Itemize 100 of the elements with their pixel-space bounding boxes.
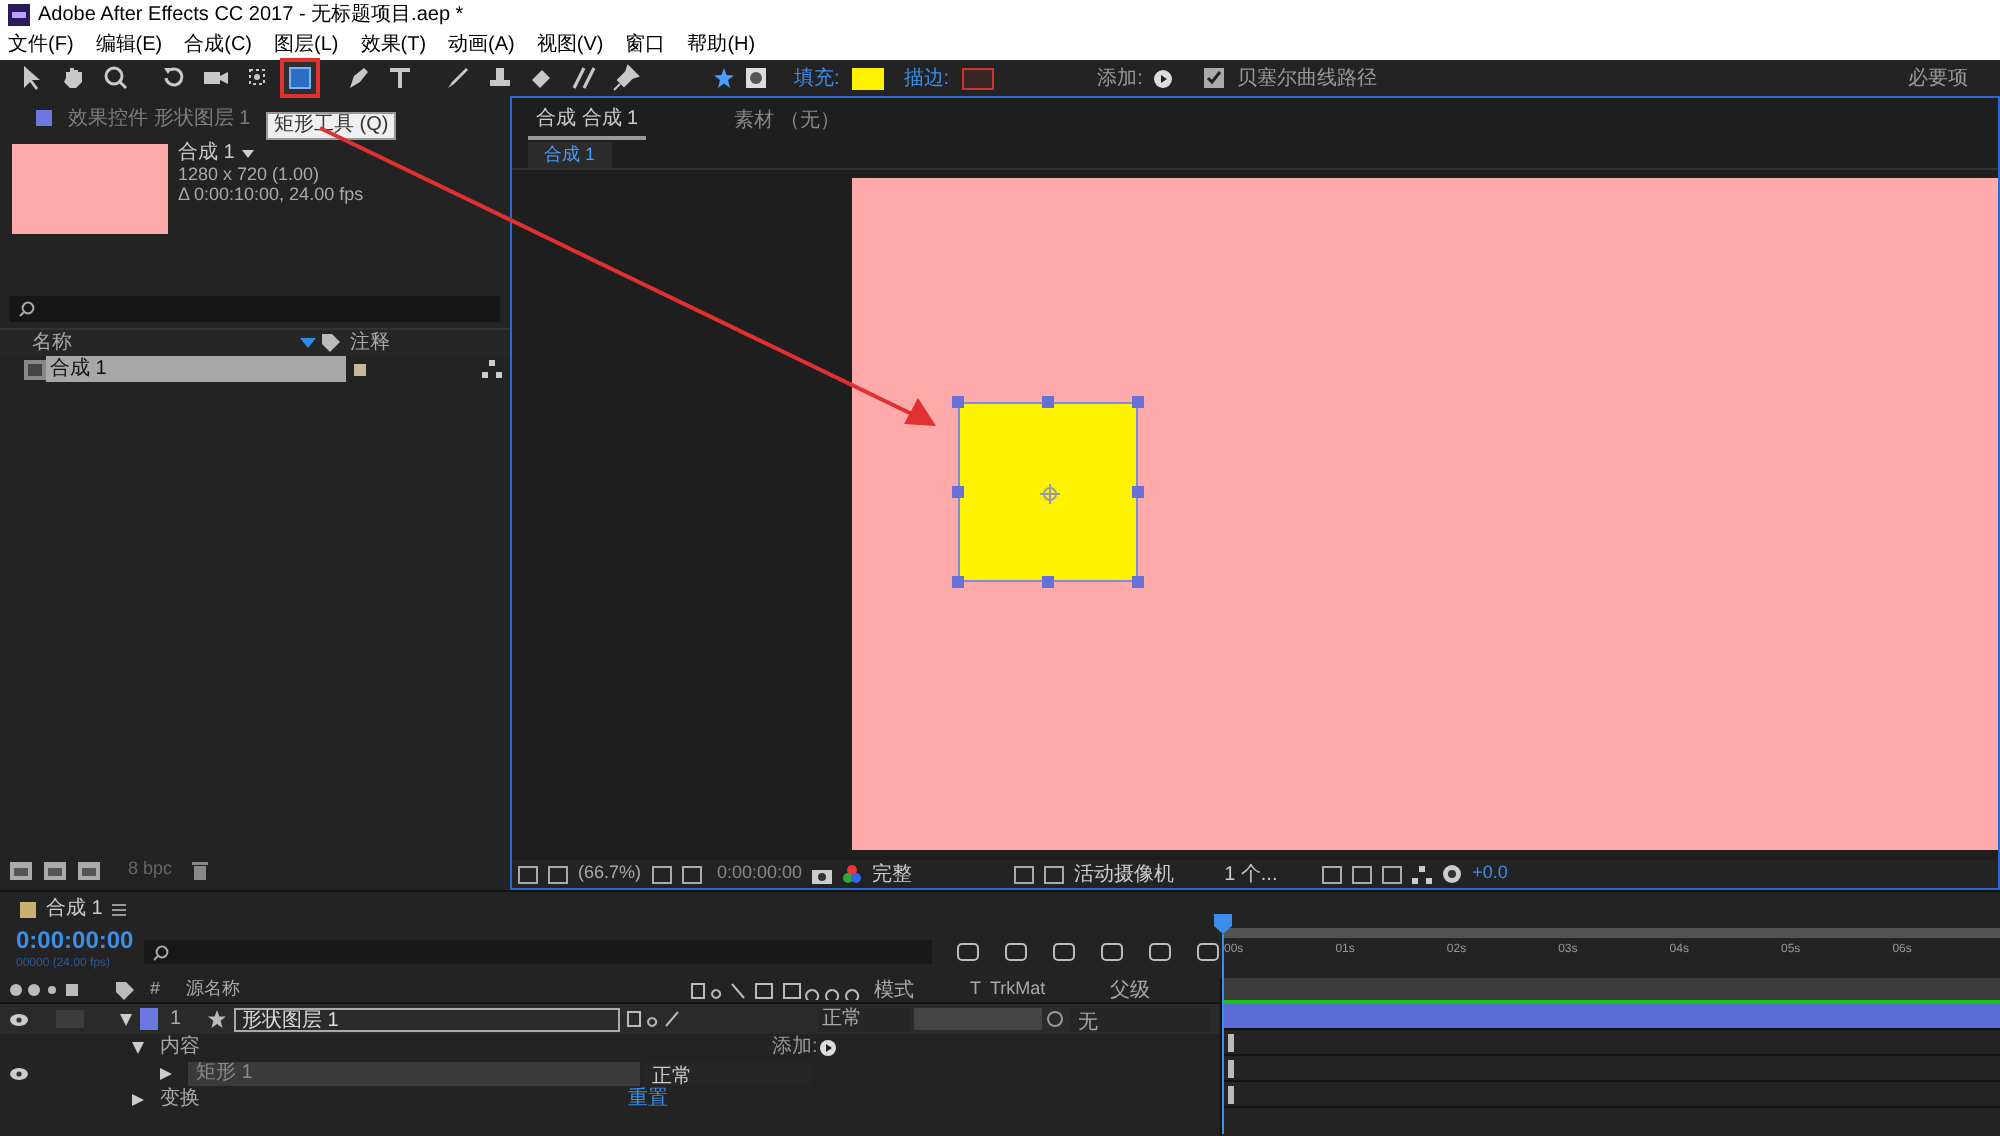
- parent-dropdown[interactable]: 无: [1070, 1007, 1210, 1031]
- keyframe-marker-icon: [1228, 1059, 1234, 1077]
- menu-item[interactable]: 视图(V): [536, 35, 604, 55]
- pen-icon: [344, 64, 372, 92]
- eye-icon[interactable]: [10, 1067, 28, 1079]
- composition-duration: Δ 0:00:10:00, 24.00 fps: [178, 184, 364, 204]
- expand-triangle-icon[interactable]: [160, 1067, 172, 1079]
- resolution-dropdown[interactable]: 完整: [872, 859, 1005, 889]
- search-field[interactable]: [144, 940, 932, 964]
- collapse-triangle-icon[interactable]: [132, 1041, 144, 1053]
- search-tool[interactable]: [100, 62, 132, 94]
- trash-icon[interactable]: [192, 861, 209, 879]
- rectangle-tool[interactable]: [284, 62, 316, 94]
- brush-icon: [444, 64, 472, 92]
- stamp-icon: [486, 64, 514, 92]
- add-button[interactable]: 添加:: [772, 1032, 818, 1062]
- fill-label: 填充:: [794, 65, 840, 93]
- pick-whip-icon[interactable]: [1046, 1010, 1064, 1028]
- camera-icon[interactable]: [812, 865, 833, 883]
- menu-item[interactable]: 效果(T): [360, 35, 427, 55]
- brush-tool[interactable]: [442, 62, 474, 94]
- breadcrumb-tab[interactable]: 合成 1: [528, 141, 612, 169]
- app-logo-icon: [8, 4, 30, 26]
- menu-item[interactable]: 帮助(H): [687, 35, 756, 55]
- tag-icon: [322, 334, 340, 352]
- roto-brush-tool[interactable]: [568, 62, 600, 94]
- selection-handle[interactable]: [1042, 576, 1054, 588]
- camera-dropdown[interactable]: 活动摄像机: [1074, 859, 1215, 889]
- menu-item[interactable]: 图层(L): [274, 35, 339, 55]
- work-area-bar[interactable]: [1222, 978, 2000, 1004]
- rectangle-icon: [286, 64, 314, 92]
- panel-tab[interactable]: 效果控件 形状图层 1: [68, 103, 251, 133]
- search-icon: [152, 943, 172, 961]
- column-header[interactable]: TrkMat: [990, 976, 1110, 1004]
- add-menu-icon[interactable]: [1154, 69, 1173, 87]
- column-header[interactable]: 名称: [0, 328, 300, 358]
- flowchart-icon[interactable]: [1412, 865, 1433, 883]
- flowchart-icon[interactable]: [482, 360, 502, 378]
- exposure-icon[interactable]: [1442, 864, 1463, 884]
- text-tool-tool[interactable]: [384, 62, 416, 94]
- selection-handle[interactable]: [952, 486, 964, 498]
- menu-icon[interactable]: [112, 903, 127, 915]
- tag-icon: [116, 981, 134, 999]
- column-header[interactable]: 注释: [350, 328, 390, 358]
- bezier-label: 贝塞尔曲线路径: [1236, 65, 1377, 93]
- trackmatte-dropdown[interactable]: [914, 1008, 1042, 1030]
- pin-tool[interactable]: [610, 62, 642, 94]
- selection-handle[interactable]: [952, 396, 964, 408]
- layer-color-swatch: [36, 110, 52, 126]
- menu-item[interactable]: 编辑(E): [95, 35, 163, 55]
- search-icon: [18, 300, 38, 318]
- timeline-tab[interactable]: 合成 1: [46, 894, 103, 924]
- search-field[interactable]: [10, 296, 500, 322]
- selection-handle[interactable]: [1132, 576, 1144, 588]
- layer-row[interactable]: 1 形状图层 1 正常 无: [0, 1004, 1220, 1034]
- exposure-value[interactable]: +0.0: [1472, 860, 1508, 888]
- selection-handle[interactable]: [1042, 396, 1054, 408]
- stroke-swatch[interactable]: [961, 67, 994, 89]
- project-item[interactable]: 合成 1: [46, 356, 346, 382]
- column-header[interactable]: 源名称: [186, 976, 606, 1004]
- zoom-dropdown[interactable]: (66.7%): [578, 860, 642, 888]
- menu-item[interactable]: 文件(F): [8, 35, 74, 55]
- column-header[interactable]: 父级: [1110, 975, 1150, 1005]
- selection-handle[interactable]: [1132, 486, 1144, 498]
- fill-swatch[interactable]: [851, 67, 884, 89]
- layer-duration-bar[interactable]: [1222, 1004, 2000, 1030]
- expand-triangle-icon[interactable]: [132, 1093, 144, 1105]
- bezier-checkbox[interactable]: [1204, 68, 1225, 88]
- layer-name-field[interactable]: 形状图层 1: [234, 1007, 620, 1031]
- reset-link[interactable]: 重置: [628, 1084, 668, 1114]
- blend-mode-dropdown[interactable]: 正常: [818, 1007, 910, 1031]
- eye-icon[interactable]: [10, 1013, 28, 1025]
- add-menu-icon[interactable]: [819, 1039, 836, 1055]
- workspace-label[interactable]: 必要项: [1908, 63, 1968, 93]
- color-channels-icon[interactable]: [842, 864, 863, 884]
- views-dropdown[interactable]: 1 个...: [1224, 859, 1313, 889]
- column-header[interactable]: #: [150, 976, 170, 1004]
- dropdown-caret-icon[interactable]: [242, 150, 255, 158]
- column-header[interactable]: T: [970, 976, 990, 1004]
- panel-tab[interactable]: 素材 （无）: [726, 100, 848, 140]
- menu-item[interactable]: 动画(A): [448, 35, 515, 55]
- window-title: Adobe After Effects CC 2017 - 无标题项目.aep *: [38, 5, 464, 25]
- stroke-label: 描边:: [903, 65, 950, 93]
- selection-handle[interactable]: [952, 576, 964, 588]
- current-time[interactable]: 0:00:00:00: [16, 928, 144, 952]
- sort-caret-icon[interactable]: [300, 338, 316, 348]
- hand-icon: [60, 64, 88, 92]
- column-header[interactable]: 模式: [874, 975, 970, 1005]
- property-name[interactable]: 变换: [160, 1084, 620, 1114]
- property-name[interactable]: 内容: [160, 1032, 620, 1062]
- selection-handle[interactable]: [1132, 396, 1144, 408]
- keyframe-marker-icon: [1228, 1033, 1234, 1051]
- star-icon: [208, 1010, 226, 1028]
- eraser-icon: [528, 64, 556, 92]
- composition-label-swatch: [20, 901, 36, 917]
- search-icon: [102, 64, 130, 92]
- menu-item[interactable]: 窗口: [625, 35, 666, 55]
- current-time[interactable]: 0:00:00:00: [717, 860, 803, 888]
- collapse-triangle-icon[interactable]: [120, 1013, 132, 1025]
- menu-item[interactable]: 合成(C): [184, 35, 253, 55]
